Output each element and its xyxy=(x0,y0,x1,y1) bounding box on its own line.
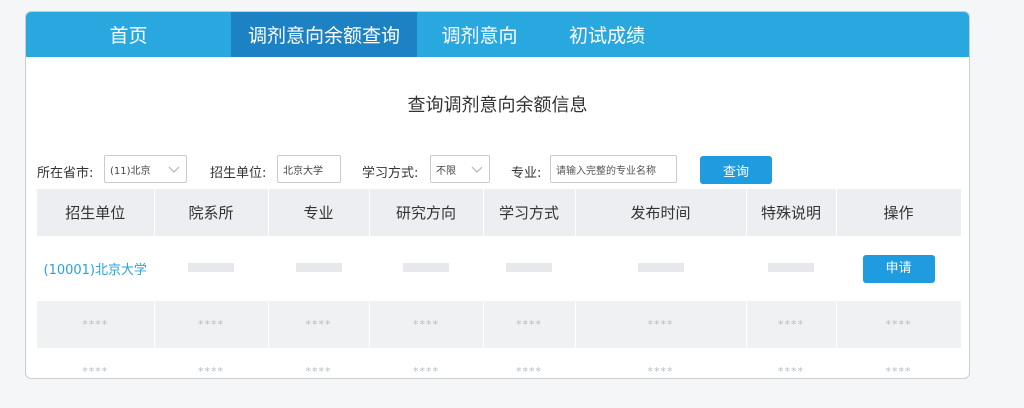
unit-label: 招生单位: xyxy=(210,166,267,181)
mode-select[interactable]: 不限 xyxy=(430,155,490,183)
header-research-direction: 研究方向 xyxy=(369,189,484,236)
unit-input[interactable]: 北京大学 xyxy=(277,155,341,183)
chevron-down-icon xyxy=(471,166,483,173)
masked-cell: **** xyxy=(82,318,109,331)
header-study-mode: 学习方式 xyxy=(483,189,576,236)
unit-value: 北京大学 xyxy=(283,165,323,177)
masked-cell: **** xyxy=(305,318,332,331)
masked-cell: **** xyxy=(516,365,542,378)
placeholder-bar xyxy=(188,263,234,272)
province-select[interactable]: (11)北京 xyxy=(104,155,187,183)
province-value: (11)北京 xyxy=(110,165,151,177)
filter-bar: 所在省市: (11)北京 招生单位: 北京大学 学习方式: 不限 专业: 请输入… xyxy=(37,155,969,185)
masked-cell: **** xyxy=(413,318,439,331)
masked-cell: **** xyxy=(413,365,439,378)
masked-cell: **** xyxy=(198,365,224,378)
table-row: **** **** **** **** **** **** **** **** xyxy=(37,348,962,378)
header-major: 专业 xyxy=(268,189,370,236)
unit-link[interactable]: (10001)北京大学 xyxy=(44,263,148,278)
header-department: 院系所 xyxy=(154,189,269,236)
masked-cell: **** xyxy=(82,365,109,378)
apply-button[interactable]: 申请 xyxy=(862,254,935,283)
masked-cell: **** xyxy=(305,365,332,378)
mode-value: 不限 xyxy=(436,165,456,177)
masked-cell: **** xyxy=(198,318,224,331)
tab-initial-scores[interactable]: 初试成绩 xyxy=(542,12,672,57)
results-table: 招生单位 院系所 专业 研究方向 学习方式 发布时间 特殊说明 操作 (1000… xyxy=(37,189,962,378)
masked-cell: **** xyxy=(647,318,674,331)
masked-cell: **** xyxy=(778,365,804,378)
placeholder-bar xyxy=(403,263,449,272)
header-action: 操作 xyxy=(836,189,962,236)
masked-cell: **** xyxy=(885,365,912,378)
placeholder-bar xyxy=(768,263,814,272)
table-row: **** **** **** **** **** **** **** **** xyxy=(37,301,962,348)
table-header-row: 招生单位 院系所 专业 研究方向 学习方式 发布时间 特殊说明 操作 xyxy=(37,189,962,236)
query-button[interactable]: 查询 xyxy=(700,156,772,184)
main-panel: 首页 调剂意向余额查询 调剂意向 初试成绩 查询调剂意向余额信息 所在省市: (… xyxy=(25,11,970,379)
tab-adjust-balance-query[interactable]: 调剂意向余额查询 xyxy=(231,12,417,57)
major-label: 专业: xyxy=(511,166,542,181)
major-input[interactable]: 请输入完整的专业名称 xyxy=(550,155,677,183)
masked-cell: **** xyxy=(647,365,674,378)
header-publish-time: 发布时间 xyxy=(575,189,747,236)
header-unit: 招生单位 xyxy=(37,189,155,236)
placeholder-bar xyxy=(637,263,684,272)
mode-label: 学习方式: xyxy=(362,166,419,181)
nav-tabs: 首页 调剂意向余额查询 调剂意向 初试成绩 xyxy=(26,12,969,57)
tab-adjust-intent[interactable]: 调剂意向 xyxy=(417,12,542,57)
province-label: 所在省市: xyxy=(37,166,94,181)
table-row: (10001)北京大学 申请 xyxy=(37,236,962,301)
placeholder-bar xyxy=(506,263,552,272)
placeholder-bar xyxy=(295,263,342,272)
tab-home[interactable]: 首页 xyxy=(26,12,231,57)
page-title: 查询调剂意向余额信息 xyxy=(407,95,588,116)
masked-cell: **** xyxy=(516,318,542,331)
chevron-down-icon xyxy=(168,166,180,173)
masked-cell: **** xyxy=(778,318,804,331)
major-placeholder: 请输入完整的专业名称 xyxy=(556,165,656,177)
masked-cell: **** xyxy=(885,318,912,331)
header-special-notes: 特殊说明 xyxy=(746,189,837,236)
